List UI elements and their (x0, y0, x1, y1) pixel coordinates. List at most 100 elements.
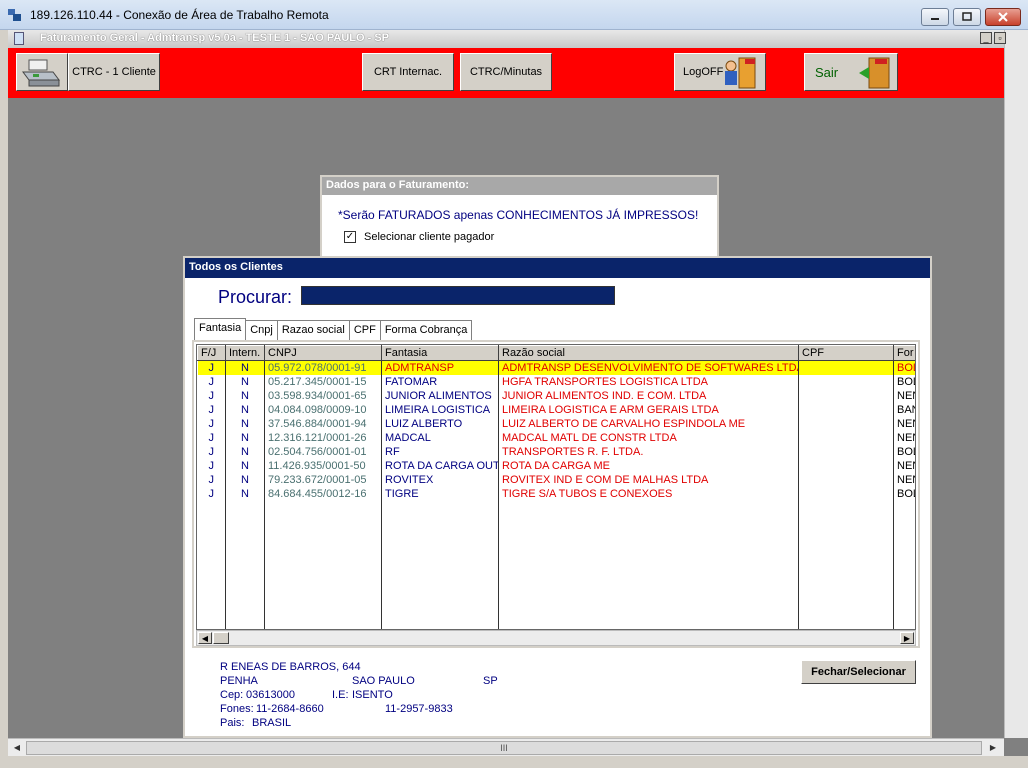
tab-cnpj[interactable]: Cnpj (245, 320, 278, 340)
app-titlebar: Faturamento Geral - Admtransp v5.0a - TE… (8, 30, 1004, 48)
col-cpf[interactable]: CPF (798, 345, 894, 361)
tab-razao-social[interactable]: Razao social (276, 320, 350, 340)
cell-intern: N (225, 486, 265, 501)
clients-table: F/J Intern. CNPJ Fantasia Razão social C… (197, 345, 915, 629)
select-payer-checkbox-row[interactable]: ✓ Selecionar cliente pagador (344, 231, 494, 243)
empty-row (197, 500, 915, 629)
col-razao-social[interactable]: Razão social (498, 345, 799, 361)
rdp-title: 189.126.110.44 - Conexão de Área de Trab… (30, 8, 329, 22)
cell-forma: BOL (893, 486, 915, 501)
search-label: Procurar: (218, 287, 293, 307)
clients-grid: F/J Intern. CNPJ Fantasia Razão social C… (196, 344, 916, 630)
restore-icon (962, 12, 972, 21)
cell-cnpj: 37.546.884/0001-94 (264, 416, 382, 431)
table-row[interactable]: J N 11.426.935/0001-50 ROTA DA CARGA OUT… (197, 458, 915, 473)
cell-fj: J (197, 444, 226, 459)
cell-razao: MADCAL MATL DE CONSTR LTDA (498, 430, 799, 445)
mdi-buttons: _ ▫ (980, 32, 1006, 44)
ctrc-minutas-button[interactable]: CTRC/Minutas (460, 53, 552, 91)
table-row[interactable]: J N 12.316.121/0001-26 MADCAL MADCAL MAT… (197, 430, 915, 445)
all-clients-header: Todos os Clientes (185, 258, 930, 278)
ie-label: I.E: (332, 689, 349, 701)
cell-cpf (798, 374, 894, 389)
sair-button[interactable]: Sair (804, 53, 898, 91)
cell-fj: J (197, 360, 226, 375)
cell-cnpj: 12.316.121/0001-26 (264, 430, 382, 445)
table-row[interactable]: J N 79.233.672/0001-05 ROVITEX ROVITEX I… (197, 472, 915, 487)
toolbar: CTRC - 1 Cliente CRT Internac. CTRC/Minu… (8, 48, 1004, 98)
col-intern[interactable]: Intern. (225, 345, 265, 361)
grid-horizontal-scrollbar[interactable]: ◀ ▶ (196, 630, 916, 646)
cell-forma: NEN (893, 458, 915, 473)
vertical-scrollbar[interactable] (1004, 30, 1028, 738)
ctrc-cliente-button[interactable]: CTRC - 1 Cliente (68, 53, 160, 91)
cell-cpf (798, 416, 894, 431)
logoff-exit-icon (725, 57, 756, 89)
cell-cpf (798, 388, 894, 403)
table-row[interactable]: J N 04.084.098/0009-10 LIMEIRA LOGISTICA… (197, 402, 915, 417)
search-input[interactable] (301, 286, 615, 305)
cep-value: 03613000 (246, 689, 295, 701)
col-cnpj[interactable]: CNPJ (264, 345, 382, 361)
scroll-thumb[interactable] (213, 632, 229, 644)
cell-razao: LIMEIRA LOGISTICA E ARM GERAIS LTDA (498, 402, 799, 417)
cell-forma: NEN (893, 472, 915, 487)
cell-intern: N (225, 360, 265, 375)
address-cidade: SAO PAULO (352, 675, 415, 687)
table-row[interactable]: J N 02.504.756/0001-01 RF TRANSPORTES R.… (197, 444, 915, 459)
table-row[interactable]: J N 05.972.078/0001-91 ADMTRANSP ADMTRAN… (197, 360, 915, 375)
cell-razao: HGFA TRANSPORTES LOGISTICA LTDA (498, 374, 799, 389)
col-forma[interactable]: For (893, 345, 915, 361)
cell-fantasia: TIGRE (381, 486, 499, 501)
table-row[interactable]: J N 84.684.455/0012-16 TIGRE TIGRE S/A T… (197, 486, 915, 501)
col-fantasia[interactable]: Fantasia (381, 345, 499, 361)
tab-fantasia[interactable]: Fantasia (194, 318, 247, 340)
cell-fj: J (197, 416, 226, 431)
select-payer-label: Selecionar cliente pagador (364, 231, 495, 243)
cell-fantasia: ROTA DA CARGA OUTS (381, 458, 499, 473)
all-clients-dialog: Todos os Clientes Procurar: Fantasia Cnp… (183, 256, 932, 738)
cell-forma: BOL (893, 444, 915, 459)
cell-fj: J (197, 388, 226, 403)
clients-grid-panel: F/J Intern. CNPJ Fantasia Razão social C… (192, 340, 920, 648)
close-window-button[interactable] (985, 8, 1021, 26)
logoff-label: LogOFF (683, 66, 724, 78)
cell-cpf (798, 458, 894, 473)
close-select-button[interactable]: Fechar/Selecionar (801, 660, 916, 684)
cell-intern: N (225, 458, 265, 473)
cell-cpf (798, 430, 894, 445)
table-row[interactable]: J N 03.598.934/0001-65 JUNIOR ALIMENTOS … (197, 388, 915, 403)
remote-desktop-icon (8, 9, 21, 21)
table-row[interactable]: J N 05.217.345/0001-15 FATOMAR HGFA TRAN… (197, 374, 915, 389)
cell-forma: NEN (893, 430, 915, 445)
cell-cnpj: 04.084.098/0009-10 (264, 402, 382, 417)
scroll-left-icon[interactable]: ◀ (10, 741, 24, 755)
restore-button[interactable] (953, 8, 981, 26)
logoff-button[interactable]: LogOFF (674, 53, 766, 91)
printer-button[interactable] (16, 53, 68, 91)
scroll-right-icon[interactable]: ▶ (900, 632, 914, 644)
cell-fantasia: ADMTRANSP (381, 360, 499, 375)
select-payer-checkbox[interactable]: ✓ (344, 231, 356, 243)
tab-cpf[interactable]: CPF (348, 320, 381, 340)
mdi-maximize-button[interactable]: ▫ (994, 32, 1006, 44)
table-header-row: F/J Intern. CNPJ Fantasia Razão social C… (197, 345, 915, 361)
main-horizontal-scrollbar[interactable]: ◀ III ▶ (8, 738, 1004, 756)
billing-data-header: Dados para o Faturamento: (322, 177, 717, 195)
cell-razao: ROVITEX IND E COM DE MALHAS LTDA (498, 472, 799, 487)
cell-cnpj: 11.426.935/0001-50 (264, 458, 382, 473)
cell-fj: J (197, 430, 226, 445)
scroll-track[interactable]: III (26, 741, 982, 755)
scroll-left-icon[interactable]: ◀ (198, 632, 212, 644)
col-fj[interactable]: F/J (197, 345, 226, 361)
cell-intern: N (225, 416, 265, 431)
cell-fj: J (197, 472, 226, 487)
table-row[interactable]: J N 37.546.884/0001-94 LUIZ ALBERTO LUIZ… (197, 416, 915, 431)
crt-internac-button[interactable]: CRT Internac. (362, 53, 454, 91)
mdi-minimize-button[interactable]: _ (980, 32, 992, 44)
printer-icon (22, 59, 60, 87)
cell-forma: BOL (893, 360, 915, 375)
scroll-right-icon[interactable]: ▶ (986, 741, 1000, 755)
minimize-button[interactable] (921, 8, 949, 26)
tab-forma-cobranca[interactable]: Forma Cobrança (379, 320, 473, 340)
